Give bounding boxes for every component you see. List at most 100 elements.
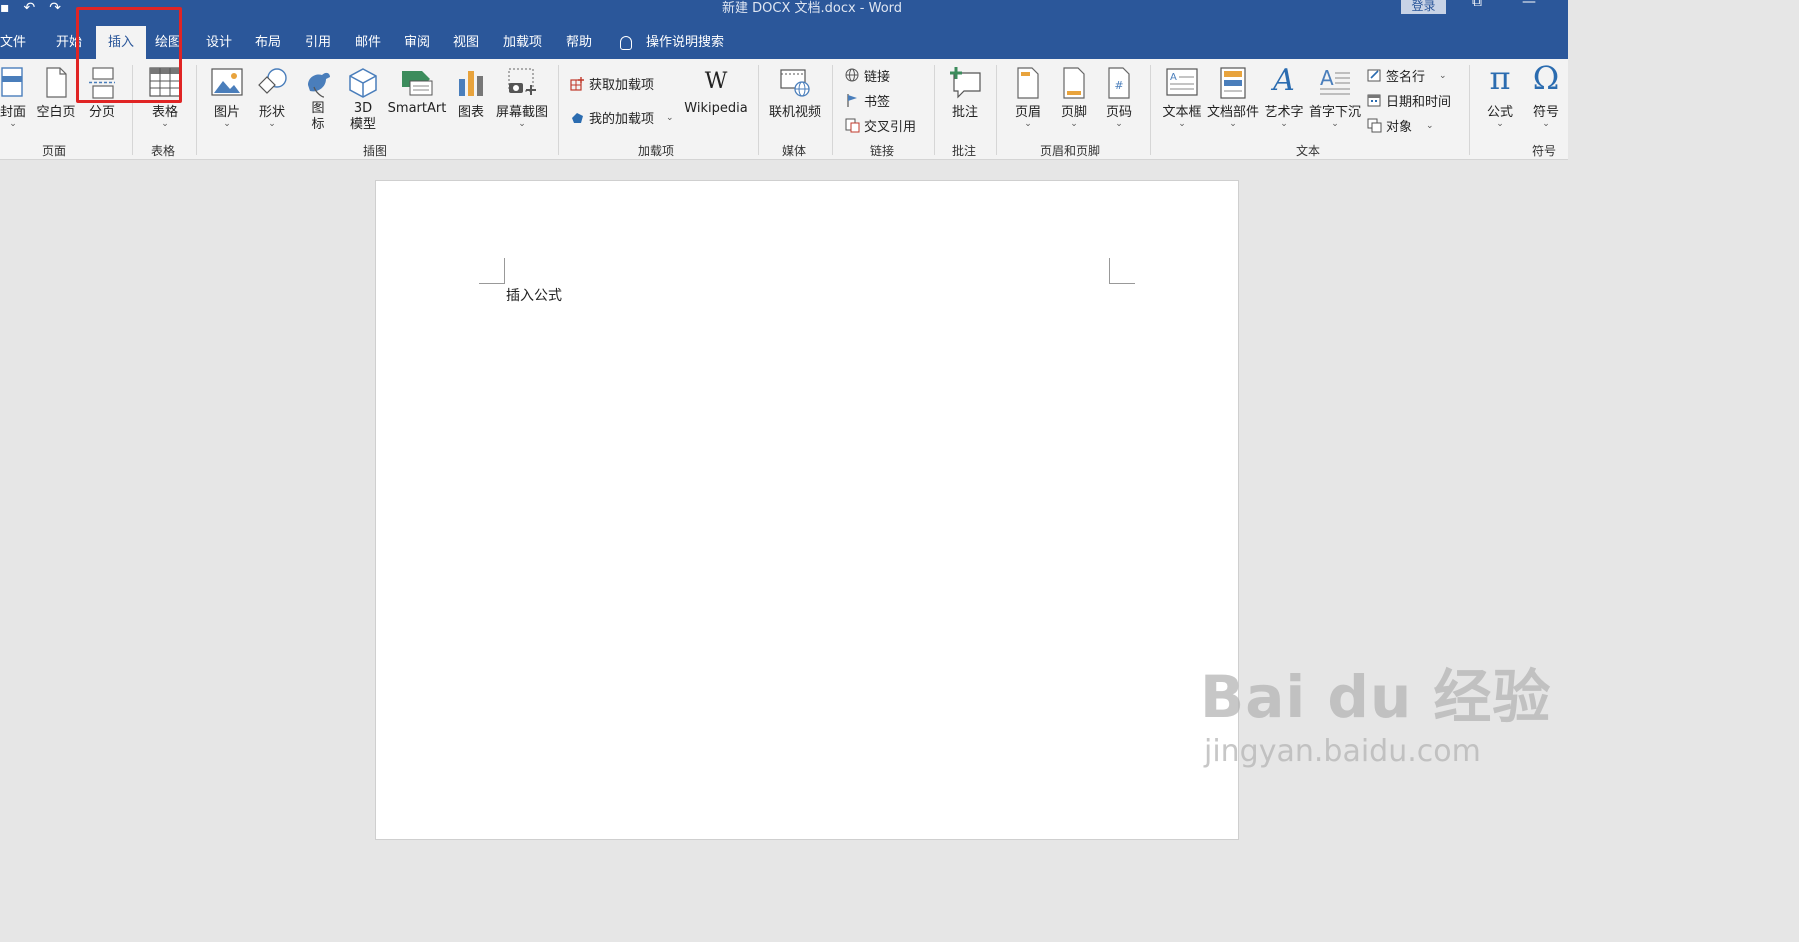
tab-view[interactable]: 视图: [453, 26, 479, 59]
chevron-down-icon: ⌄: [1229, 119, 1237, 129]
group-label-links: 链接: [870, 144, 895, 158]
quick-access-toolbar: ▪ ↶ ↷: [0, 0, 75, 16]
undo-icon[interactable]: ↶: [24, 1, 36, 15]
my-addins-label: 我的加载项: [589, 112, 655, 127]
tell-me-search[interactable]: 操作说明搜索: [620, 26, 724, 59]
group-separator: [758, 65, 759, 155]
tab-references[interactable]: 引用: [305, 26, 331, 59]
chevron-down-icon[interactable]: ⌄: [1426, 121, 1434, 131]
quick-parts-button[interactable]: 文档部件 ⌄: [1206, 59, 1260, 139]
quick-parts-icon: [1220, 67, 1246, 99]
ribbon-display-icon[interactable]: ⧉: [1472, 0, 1482, 10]
chevron-down-icon: ⌄: [223, 119, 231, 129]
chevron-down-icon: ⌄: [1542, 119, 1550, 129]
tab-addins[interactable]: 加载项: [503, 26, 542, 59]
chevron-down-icon[interactable]: ⌄: [666, 113, 674, 123]
tab-review[interactable]: 审阅: [404, 26, 430, 59]
tab-layout[interactable]: 布局: [255, 26, 281, 59]
document-page[interactable]: 插入公式: [375, 180, 1239, 840]
wordart-button[interactable]: A 艺术字 ⌄: [1262, 59, 1306, 139]
chevron-down-icon: ⌄: [1496, 119, 1504, 129]
my-addins-button[interactable]: 我的加载项 ⌄: [570, 108, 674, 127]
equation-button[interactable]: π 公式 ⌄: [1480, 59, 1520, 139]
tab-file[interactable]: 文件: [0, 26, 26, 59]
header-button[interactable]: 页眉 ⌄: [1008, 59, 1048, 139]
highlight-box: [76, 7, 182, 103]
group-label-comments: 批注: [952, 144, 977, 158]
text-box-button[interactable]: A 文本框 ⌄: [1160, 59, 1204, 139]
chevron-down-icon: ⌄: [1115, 119, 1123, 129]
group-separator: [1150, 65, 1151, 155]
symbol-label: 符号: [1532, 105, 1559, 120]
drop-cap-button[interactable]: A 首字下沉 ⌄: [1308, 59, 1362, 139]
picture-label: 图片: [213, 105, 240, 120]
redo-icon[interactable]: ↷: [49, 1, 61, 15]
page-number-label: 页码: [1105, 105, 1132, 120]
minimize-icon[interactable]: —: [1522, 0, 1536, 10]
page-break-label: 分页: [88, 105, 115, 120]
online-video-button[interactable]: 联机视频: [766, 59, 824, 139]
chevron-down-icon: ⌄: [161, 119, 169, 129]
get-addins-button[interactable]: 获取加载项: [570, 74, 654, 93]
icons-label-line1: 图: [311, 101, 325, 116]
signature-line-label: 签名行: [1386, 70, 1426, 85]
shapes-label: 形状: [258, 105, 285, 120]
tab-design[interactable]: 设计: [206, 26, 232, 59]
footer-button[interactable]: 页脚 ⌄: [1054, 59, 1094, 139]
3d-models-button[interactable]: 3D 模型: [342, 59, 384, 139]
date-time-button[interactable]: 日期和时间: [1367, 91, 1451, 110]
chevron-down-icon: ⌄: [268, 119, 276, 129]
signature-line-button[interactable]: 签名行 ⌄: [1367, 66, 1447, 85]
pi-icon: π: [1489, 59, 1511, 97]
screenshot-icon: [508, 68, 536, 95]
cover-page-button[interactable]: 封面 ⌄: [0, 59, 30, 139]
chevron-down-icon[interactable]: ⌄: [1439, 71, 1447, 81]
icons-label: 图标: [298, 101, 338, 133]
wikipedia-button[interactable]: W Wikipedia: [682, 59, 750, 139]
chart-label: 图表: [457, 105, 484, 120]
comment-button[interactable]: 批注: [945, 59, 985, 139]
login-button[interactable]: 登录: [1401, 0, 1446, 14]
text-box-label: 文本框: [1162, 105, 1202, 120]
blank-page-button[interactable]: 空白页: [34, 59, 78, 139]
page-number-button[interactable]: # 页码 ⌄: [1099, 59, 1139, 139]
watermark-brand: Bai du 经验: [1200, 663, 1552, 731]
screenshot-button[interactable]: 屏幕截图 ⌄: [493, 59, 551, 139]
3d-models-label: 3D 模型: [342, 101, 384, 133]
link-button[interactable]: 链接: [845, 66, 890, 85]
header-icon: [1017, 67, 1039, 99]
symbol-button[interactable]: Ω 符号 ⌄: [1526, 59, 1566, 139]
document-body-text[interactable]: 插入公式: [506, 285, 562, 305]
cover-page-icon: [1, 67, 23, 97]
object-button[interactable]: 对象 ⌄: [1367, 116, 1434, 135]
screenshot-label: 屏幕截图: [495, 105, 548, 120]
drop-cap-icon: A: [1320, 67, 1350, 95]
group-label-tables: 表格: [151, 144, 176, 158]
text-box-icon: A: [1166, 68, 1198, 96]
group-separator: [832, 65, 833, 155]
cross-reference-button[interactable]: 交叉引用: [845, 116, 916, 135]
margin-corner-mark: [479, 258, 505, 284]
tab-mailings[interactable]: 邮件: [355, 26, 381, 59]
cover-page-label: 封面: [0, 105, 26, 120]
save-icon[interactable]: ▪: [0, 1, 10, 15]
bookmark-button[interactable]: 书签: [845, 91, 890, 110]
chevron-down-icon: ⌄: [1024, 119, 1032, 129]
table-label: 表格: [151, 105, 178, 120]
my-addins-icon: [572, 113, 583, 123]
smartart-button[interactable]: SmartArt: [386, 59, 448, 139]
chevron-down-icon: ⌄: [1178, 119, 1186, 129]
icons-button[interactable]: 图标: [298, 59, 338, 139]
chart-button[interactable]: 图表: [452, 59, 490, 139]
chevron-down-icon: ⌄: [1070, 119, 1078, 129]
group-label-illustrations: 插图: [363, 144, 388, 158]
tab-help[interactable]: 帮助: [566, 26, 592, 59]
bar-chart-icon: [459, 71, 483, 96]
shapes-button[interactable]: 形状 ⌄: [252, 59, 292, 139]
group-separator: [1469, 65, 1470, 155]
picture-button[interactable]: 图片 ⌄: [207, 59, 247, 139]
group-separator: [196, 65, 197, 155]
object-label: 对象: [1386, 120, 1413, 135]
wikipedia-label: Wikipedia: [684, 101, 748, 116]
window-title: 新建 DOCX 文档.docx - Word: [722, 1, 903, 16]
